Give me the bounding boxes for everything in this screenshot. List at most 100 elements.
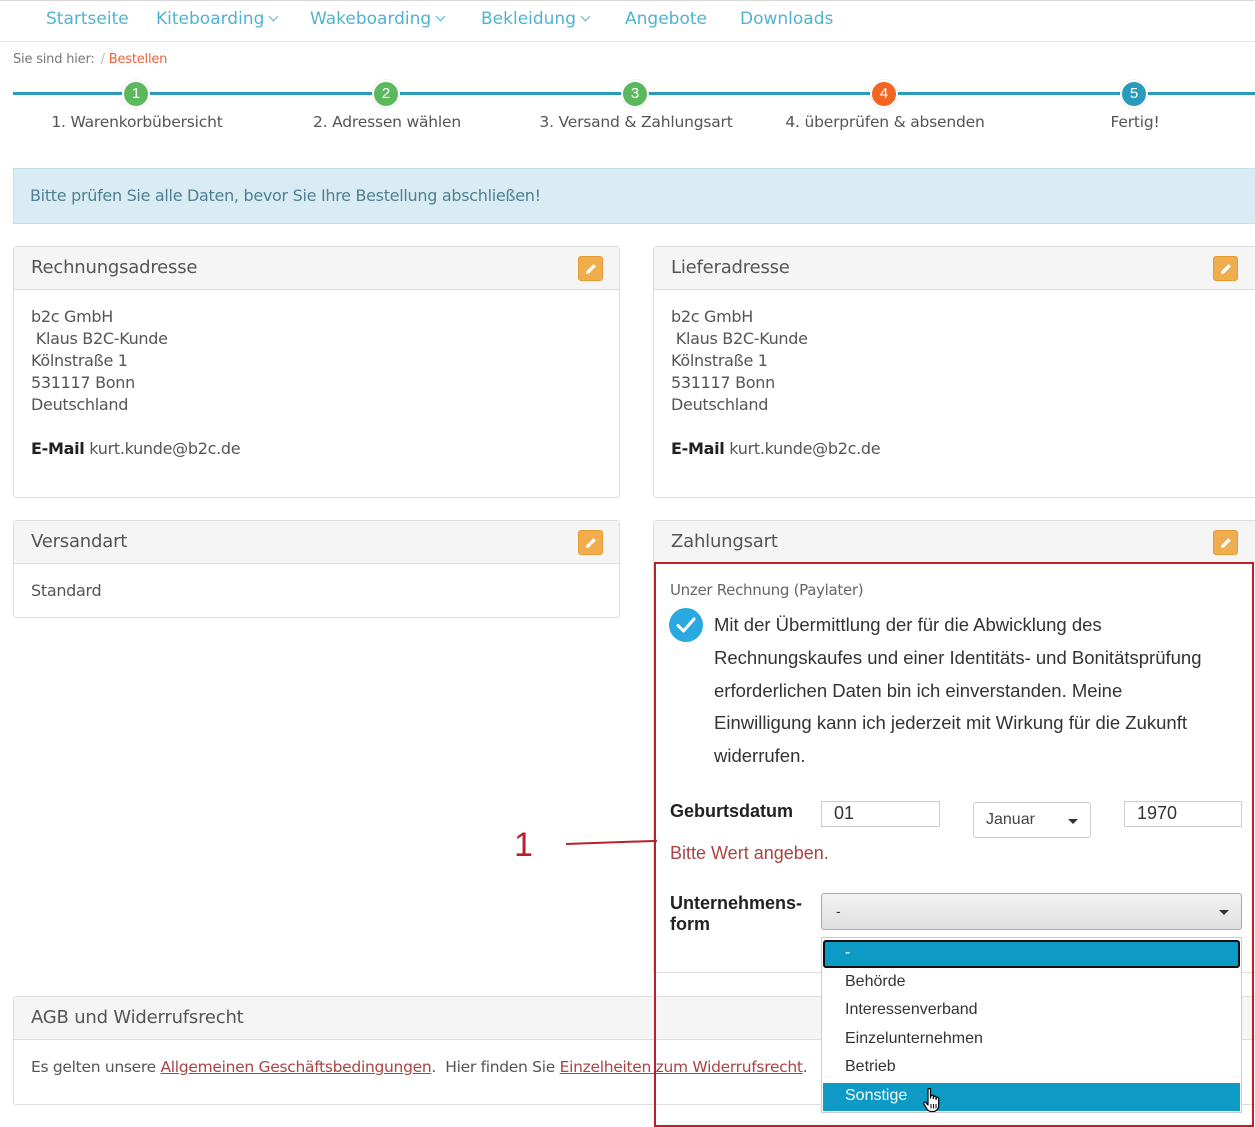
panel-title: AGB und Widerrufsrecht: [31, 1007, 244, 1028]
birth-day-input[interactable]: 01: [821, 801, 940, 827]
billing-address-panel: Rechnungsadresse b2c GmbH Klaus B2C-Kund…: [13, 246, 620, 498]
panel-heading: Rechnungsadresse: [14, 247, 619, 290]
nav-item-startseite[interactable]: Startseite: [46, 9, 129, 29]
company-form-select[interactable]: -: [821, 893, 1242, 930]
breadcrumb: Sie sind hier: / Bestellen: [13, 52, 167, 67]
address-company: b2c GmbH: [671, 307, 753, 326]
step-1-circle[interactable]: 1: [122, 80, 150, 108]
edit-shipping-button[interactable]: [578, 530, 603, 555]
info-alert: Bitte prüfen Sie alle Daten, bevor Sie I…: [13, 168, 1255, 224]
panel-heading: Versandart: [14, 521, 619, 564]
email-value: kurt.kunde@b2c.de: [89, 439, 241, 458]
address-city: 531117 Bonn: [671, 373, 775, 392]
step-number: 4: [879, 85, 889, 102]
caret-down-icon: [1068, 819, 1078, 824]
terms-text: .: [802, 1058, 808, 1076]
checkmark-icon: [676, 617, 696, 633]
step-number: 1: [131, 85, 141, 102]
address-country: Deutschland: [671, 395, 769, 414]
consent-checkbox[interactable]: [669, 608, 703, 642]
select-value: Januar: [986, 811, 1035, 828]
address-street: Kölnstraße 1: [671, 351, 768, 370]
option-label: Betrieb: [845, 1058, 896, 1075]
pencil-icon: [1221, 538, 1231, 548]
address-name: Klaus B2C-Kunde: [671, 329, 808, 348]
step-1-label[interactable]: 1. Warenkorbübersicht: [51, 113, 222, 131]
select-value: -: [836, 903, 841, 919]
top-navigation: Startseite Kiteboarding Wakeboarding Bek…: [0, 0, 1255, 42]
step-number: 2: [381, 85, 391, 102]
chevron-down-icon: [580, 11, 591, 22]
panel-body: b2c GmbH Klaus B2C-Kunde Kölnstraße 1 53…: [654, 290, 1255, 476]
step-number: 3: [630, 85, 640, 102]
company-form-dropdown: - Behörde Interessenverband Einzeluntern…: [821, 937, 1242, 1113]
pencil-icon: [1221, 264, 1231, 274]
dropdown-option[interactable]: Betrieb: [823, 1054, 1240, 1082]
panel-heading: Lieferadresse: [654, 247, 1255, 290]
step-2-circle[interactable]: 2: [372, 80, 400, 108]
panel-title: Rechnungsadresse: [31, 257, 198, 278]
edit-delivery-button[interactable]: [1213, 256, 1238, 281]
dropdown-option[interactable]: Interessenverband: [823, 997, 1240, 1025]
chevron-down-icon: [268, 11, 279, 22]
step-2-label[interactable]: 2. Adressen wählen: [313, 113, 461, 131]
pencil-icon: [586, 264, 596, 274]
option-label: Interessenverband: [845, 1001, 978, 1018]
consent-line: widerrufen.: [714, 745, 806, 767]
hand-cursor-icon: [923, 1087, 940, 1113]
email-label: E-Mail: [671, 439, 725, 458]
breadcrumb-current[interactable]: Bestellen: [109, 52, 168, 67]
breadcrumb-separator: /: [100, 52, 105, 67]
nav-item-kiteboarding[interactable]: Kiteboarding: [156, 9, 279, 29]
dropdown-option[interactable]: Sonstige: [823, 1083, 1240, 1111]
consent-line: Einwilligung kann ich jederzeit mit Wirk…: [714, 712, 1187, 734]
input-value: 01: [834, 803, 855, 823]
step-3-label[interactable]: 3. Versand & Zahlungsart: [539, 113, 732, 131]
panel-heading: Zahlungsart: [654, 521, 1255, 564]
dropdown-option[interactable]: Behörde: [823, 969, 1240, 997]
panel-title: Zahlungsart: [671, 531, 778, 552]
birthdate-label: Geburtsdatum: [670, 801, 794, 821]
validation-error: Bitte Wert angeben.: [670, 843, 829, 863]
nav-item-wakeboarding[interactable]: Wakeboarding: [310, 9, 446, 29]
nav-item-label: Wakeboarding: [310, 9, 432, 29]
withdrawal-link[interactable]: Einzelheiten zum Widerrufsrecht: [560, 1058, 803, 1076]
consent-line: Mit der Übermittlung der für die Abwickl…: [714, 614, 1102, 635]
edit-billing-button[interactable]: [578, 256, 603, 281]
shipping-value: Standard: [31, 581, 102, 600]
option-label: Einzelunternehmen: [845, 1030, 983, 1047]
option-label: -: [845, 944, 851, 961]
edit-payment-button[interactable]: [1213, 530, 1238, 555]
step-3-circle[interactable]: 3: [621, 80, 649, 108]
input-value: 1970: [1137, 803, 1178, 823]
step-5-circle: 5: [1120, 80, 1148, 108]
address-country: Deutschland: [31, 395, 129, 414]
step-number: 5: [1129, 85, 1139, 102]
company-form-label: Unternehmens- form: [670, 893, 802, 935]
terms-text: . Hier finden Sie: [431, 1058, 560, 1076]
birth-month-select[interactable]: Januar: [973, 802, 1091, 838]
payment-method-name: Unzer Rechnung (Paylater): [670, 581, 864, 599]
step-4-label: 4. überprüfen & absenden: [785, 113, 985, 131]
option-label: Sonstige: [845, 1087, 908, 1104]
address-street: Kölnstraße 1: [31, 351, 128, 370]
caret-down-icon: [1219, 910, 1229, 915]
terms-link[interactable]: Allgemeinen Geschäftsbedingungen: [161, 1058, 432, 1076]
dropdown-option[interactable]: -: [823, 940, 1240, 968]
nav-item-downloads[interactable]: Downloads: [740, 9, 833, 29]
address-company: b2c GmbH: [31, 307, 113, 326]
panel-title: Versandart: [31, 531, 128, 552]
delivery-address-panel: Lieferadresse b2c GmbH Klaus B2C-Kunde K…: [653, 246, 1255, 498]
annotation-pointer-line: [565, 839, 657, 845]
chevron-down-icon: [435, 11, 446, 22]
nav-item-label: Downloads: [740, 9, 834, 29]
address-email-row: E-Mail kurt.kunde@b2c.de: [671, 438, 1245, 460]
birth-year-input[interactable]: 1970: [1124, 801, 1242, 827]
nav-item-bekleidung[interactable]: Bekleidung: [481, 9, 591, 29]
breadcrumb-prefix: Sie sind hier:: [13, 52, 95, 67]
option-label: Behörde: [845, 973, 906, 990]
dropdown-option[interactable]: Einzelunternehmen: [823, 1026, 1240, 1054]
pencil-icon: [586, 538, 596, 548]
label-line: form: [670, 914, 710, 934]
nav-item-angebote[interactable]: Angebote: [625, 9, 707, 29]
